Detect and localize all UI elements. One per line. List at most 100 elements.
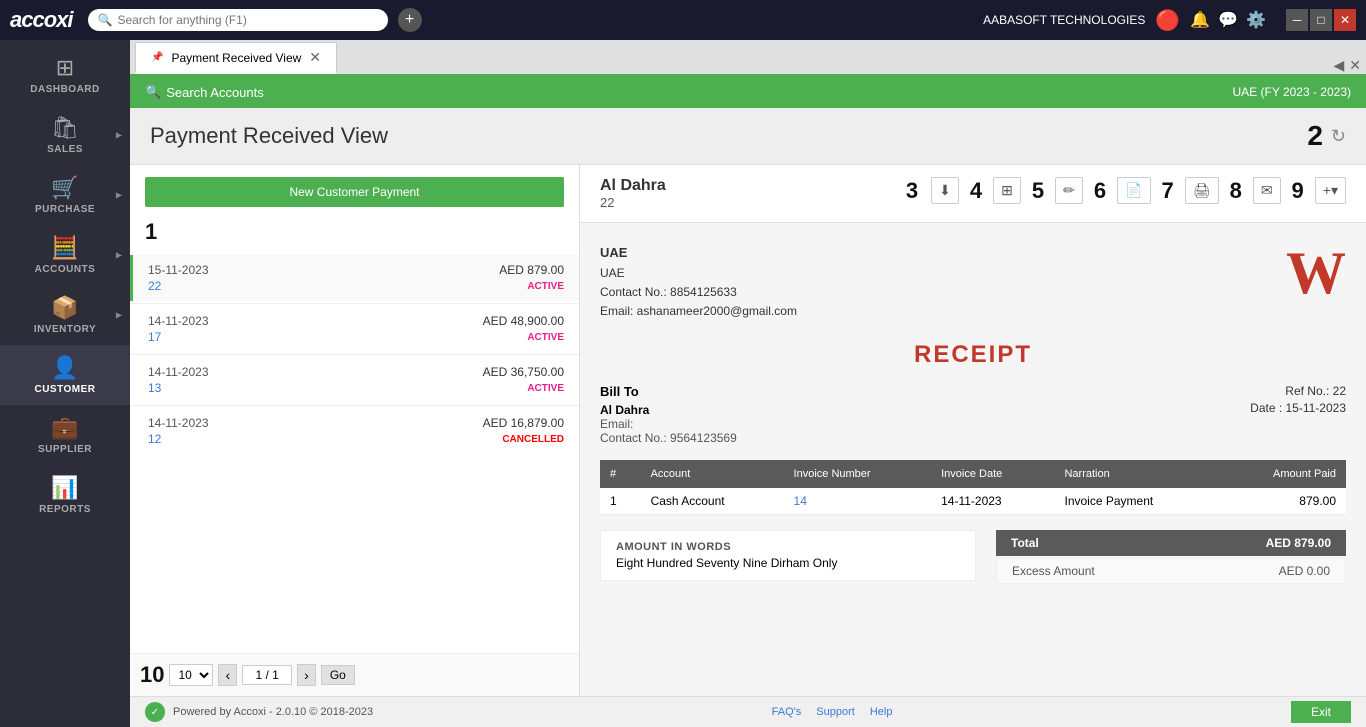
sidebar-item-reports[interactable]: 📊 REPORTS xyxy=(0,465,130,525)
payment-amount: AED 16,879.00 xyxy=(483,416,564,430)
sidebar-label-inventory: INVENTORY xyxy=(34,324,96,335)
col-invoice-date: Invoice Date xyxy=(931,460,1054,488)
sidebar-label-sales: SALES xyxy=(47,144,83,155)
payment-date: 15-11-2023 xyxy=(148,263,209,277)
right-panel: Al Dahra 22 3 ⬇ 4 ⊞ 5 ✏ 6 📄 7 🖨 xyxy=(580,165,1366,696)
payment-item[interactable]: 14-11-2023 AED 48,900.00 17 ACTIVE xyxy=(130,306,579,352)
amount-words-label: AMOUNT IN WORDS xyxy=(616,541,960,553)
tab-close-icon[interactable]: ✕ xyxy=(309,49,321,66)
payment-ref[interactable]: 13 xyxy=(148,381,161,395)
row-amount: 879.00 xyxy=(1220,488,1346,515)
payment-date: 14-11-2023 xyxy=(148,314,209,328)
sidebar-label-dashboard: DASHBOARD xyxy=(30,84,100,95)
top-right: AABASOFT TECHNOLOGIES 🔴 🔔 💬 ⚙️ ─ □ ✕ xyxy=(983,8,1356,33)
search-icon: 🔍 xyxy=(98,13,113,27)
email-icon-button[interactable]: ✉ xyxy=(1253,177,1281,204)
exit-button[interactable]: Exit xyxy=(1291,701,1351,723)
sidebar-item-customer[interactable]: 👤 CUSTOMER xyxy=(0,345,130,405)
purchase-icon: 🛒 xyxy=(51,175,78,201)
sidebar-item-inventory[interactable]: 📦 INVENTORY ▶ xyxy=(0,285,130,345)
company-logo-icon: 🔴 xyxy=(1155,8,1180,33)
sidebar-label-supplier: SUPPLIER xyxy=(38,444,92,455)
account-number: 22 xyxy=(600,195,666,210)
faq-link[interactable]: FAQ's xyxy=(772,706,802,718)
col-invoice-number: Invoice Number xyxy=(784,460,932,488)
table-row: 1 Cash Account 14 14-11-2023 Invoice Pay… xyxy=(600,488,1346,515)
page-actions: 2 ↻ xyxy=(1307,120,1346,152)
table-icon-button[interactable]: ⊞ xyxy=(993,177,1021,204)
footer-logo: ✓ Powered by Accoxi - 2.0.10 © 2018-2023 xyxy=(145,702,373,722)
tab-payment-received-view[interactable]: 📌 Payment Received View ✕ xyxy=(135,42,337,74)
sidebar-item-supplier[interactable]: 💼 SUPPLIER xyxy=(0,405,130,465)
reports-icon: 📊 xyxy=(51,475,78,501)
payment-ref[interactable]: 22 xyxy=(148,279,161,293)
content-split: New Customer Payment 1 15-11-2023 AED 87… xyxy=(130,165,1366,696)
tab-next-icon[interactable]: ✕ xyxy=(1349,57,1361,74)
badge-2: 2 xyxy=(1307,120,1323,152)
go-button[interactable]: Go xyxy=(321,665,355,685)
bill-to-label: Bill To xyxy=(600,384,737,399)
purchase-arrow-icon: ▶ xyxy=(116,191,122,200)
settings-icon[interactable]: ⚙️ xyxy=(1246,10,1266,30)
payment-item[interactable]: 14-11-2023 AED 16,879.00 12 CANCELLED xyxy=(130,408,579,454)
payment-item[interactable]: 14-11-2023 AED 36,750.00 13 ACTIVE xyxy=(130,357,579,403)
page-number-input[interactable] xyxy=(242,665,292,685)
add-tab-button[interactable]: + xyxy=(398,8,422,32)
download-icon-button[interactable]: ⬇ xyxy=(931,177,959,204)
footer-powered-by: Powered by Accoxi - 2.0.10 © 2018-2023 xyxy=(173,706,373,718)
help-link[interactable]: Help xyxy=(870,706,893,718)
payment-ref[interactable]: 17 xyxy=(148,330,161,344)
print-icon-button[interactable]: 🖨 xyxy=(1185,177,1219,204)
company-title: UAE xyxy=(600,243,797,264)
prev-page-button[interactable]: ‹ xyxy=(218,664,237,686)
next-page-button[interactable]: › xyxy=(297,664,316,686)
search-box[interactable]: 🔍 xyxy=(88,9,388,31)
payment-ref[interactable]: 12 xyxy=(148,432,161,446)
page-header: Payment Received View 2 ↻ xyxy=(130,108,1366,165)
footer-bar: ✓ Powered by Accoxi - 2.0.10 © 2018-2023… xyxy=(130,696,1366,727)
page-title: Payment Received View xyxy=(150,123,388,149)
payment-list: 15-11-2023 AED 879.00 22 ACTIVE 14-11-20… xyxy=(130,250,579,653)
more-icon-button[interactable]: +▾ xyxy=(1315,177,1346,204)
search-input[interactable] xyxy=(117,13,357,27)
sidebar-item-purchase[interactable]: 🛒 PURCHASE ▶ xyxy=(0,165,130,225)
row-invoice-date: 14-11-2023 xyxy=(931,488,1054,515)
refresh-icon[interactable]: ↻ xyxy=(1331,126,1346,147)
row-num: 1 xyxy=(600,488,641,515)
badge-10: 10 xyxy=(140,662,164,688)
search-accounts-button[interactable]: 🔍 Search Accounts xyxy=(145,84,264,100)
action-icons: 3 ⬇ 4 ⊞ 5 ✏ 6 📄 7 🖨 8 ✉ 9 +▾ xyxy=(906,177,1346,204)
ref-number: Ref No.: 22 xyxy=(1250,384,1346,398)
receipt-date: Date : 15-11-2023 xyxy=(1250,401,1346,415)
new-customer-payment-button[interactable]: New Customer Payment xyxy=(145,177,564,207)
message-icon[interactable]: 💬 xyxy=(1218,10,1238,30)
sidebar-item-accounts[interactable]: 🧮 ACCOUNTS ▶ xyxy=(0,225,130,285)
sales-icon: 🛍 xyxy=(51,115,79,141)
minimize-button[interactable]: ─ xyxy=(1286,9,1308,31)
top-icons: 🔔 💬 ⚙️ xyxy=(1190,10,1266,30)
total-row: Total AED 879.00 xyxy=(996,530,1346,556)
footer-links: FAQ's Support Help xyxy=(772,706,893,718)
sidebar-item-sales[interactable]: 🛍 SALES ▶ xyxy=(0,105,130,165)
bell-icon[interactable]: 🔔 xyxy=(1190,10,1210,30)
left-panel: New Customer Payment 1 15-11-2023 AED 87… xyxy=(130,165,580,696)
edit-icon-button[interactable]: ✏ xyxy=(1055,177,1083,204)
maximize-button[interactable]: □ xyxy=(1310,9,1332,31)
badge-9: 9 xyxy=(1292,178,1304,204)
company-country: UAE xyxy=(600,264,797,283)
close-button[interactable]: ✕ xyxy=(1334,9,1356,31)
sales-arrow-icon: ▶ xyxy=(116,131,122,140)
pdf-icon-button[interactable]: 📄 xyxy=(1117,177,1150,204)
company-contact: Contact No.: 8854125633 xyxy=(600,283,797,302)
page-size-select[interactable]: 10 25 50 xyxy=(169,664,213,686)
amount-words-box: AMOUNT IN WORDS Eight Hundred Seventy Ni… xyxy=(600,530,976,581)
payment-item[interactable]: 15-11-2023 AED 879.00 22 ACTIVE xyxy=(130,255,579,301)
amount-words-section: AMOUNT IN WORDS Eight Hundred Seventy Ni… xyxy=(600,530,976,591)
receipt-title: RECEIPT xyxy=(600,341,1346,369)
tab-prev-icon[interactable]: ◀ xyxy=(1333,57,1344,74)
col-amount: Amount Paid xyxy=(1220,460,1346,488)
excess-label: Excess Amount xyxy=(1012,564,1095,578)
support-link[interactable]: Support xyxy=(816,706,855,718)
sidebar-item-dashboard[interactable]: ⊞ DASHBOARD xyxy=(0,45,130,105)
tab-label: Payment Received View xyxy=(171,51,301,65)
